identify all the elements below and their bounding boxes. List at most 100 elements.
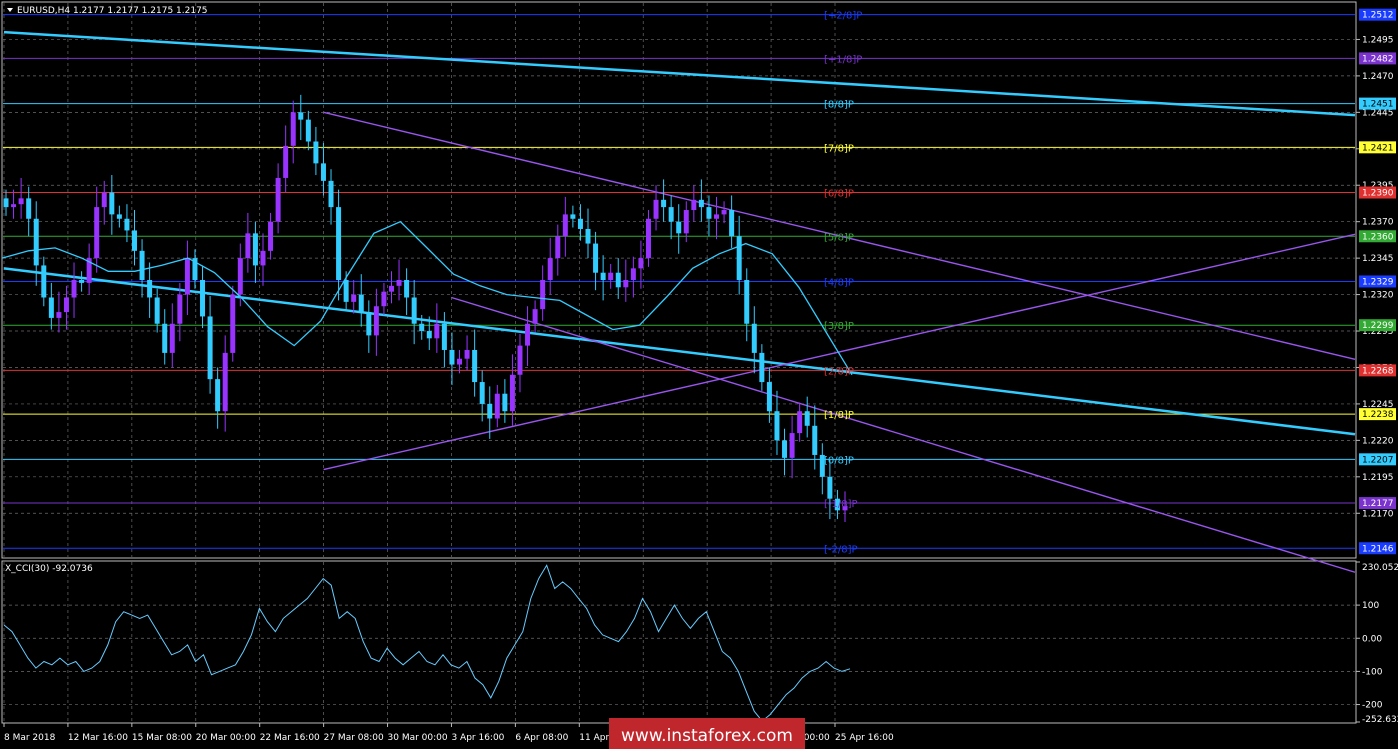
watermark-text: www.instaforex.com: [621, 726, 793, 746]
price-tick-label: 1.2445: [1362, 108, 1394, 118]
candle-body: [721, 210, 727, 215]
candle-body: [502, 393, 508, 412]
candle-body: [222, 352, 228, 412]
candle-body: [479, 382, 485, 404]
candle-body: [124, 218, 130, 231]
eurusd-chart[interactable]: [+2/8]P [+1/8]P [8/8]P [7/8]P [6/8]P [5/8]P [4…: [0, 0, 1398, 749]
candle-body: [101, 192, 107, 208]
murrey-level-label: [7/8]P: [824, 143, 854, 154]
candle-body: [11, 204, 17, 208]
murrey-level-label: [2/8]P: [824, 366, 854, 377]
candle-body: [540, 280, 546, 310]
candle-body: [487, 403, 493, 419]
candle-body: [237, 258, 243, 295]
time-tick-label: 12 Mar 16:00: [68, 733, 128, 743]
candle-body: [230, 294, 236, 353]
price-tag-label: 1.2421: [1362, 143, 1394, 153]
candle-body: [411, 297, 417, 324]
candle-body: [305, 119, 311, 142]
candle-body: [630, 268, 636, 280]
candle-body: [585, 228, 591, 244]
price-tick-label: 1.2170: [1362, 509, 1394, 519]
candle-body: [79, 280, 85, 283]
candle-body: [668, 207, 674, 222]
candle-body: [525, 323, 531, 346]
candle-body: [328, 180, 334, 208]
candle-body: [116, 214, 122, 219]
candle-body: [645, 218, 651, 259]
candle-body: [472, 349, 478, 383]
candle-body: [555, 236, 561, 259]
price-tag-label: 1.2482: [1362, 54, 1394, 64]
murrey-level-label: [3/8]P: [824, 321, 854, 332]
candle-body: [547, 258, 553, 280]
candle-body: [336, 207, 342, 280]
candle-body: [48, 297, 54, 318]
candle-body: [3, 198, 9, 208]
time-tick-label: 30 Mar 00:00: [388, 733, 448, 743]
candle-body: [41, 265, 47, 298]
candle-body: [366, 312, 372, 336]
price-tick-label: 1.2470: [1362, 72, 1394, 82]
candle-body: [714, 214, 720, 219]
candle-body: [570, 214, 576, 219]
candle-body: [419, 323, 425, 332]
murrey-level-label: [-2/8]P: [824, 544, 858, 555]
time-tick-label: 25 Apr 16:00: [835, 733, 894, 743]
candle-body: [517, 345, 523, 375]
time-tick-label: 22 Mar 16:00: [260, 733, 320, 743]
murrey-level-label: [-1/8]P: [824, 499, 858, 510]
price-tag-label: 1.2146: [1362, 544, 1394, 554]
candle-body: [426, 331, 432, 339]
price-tag-label: 1.2177: [1362, 499, 1394, 509]
candle-body: [623, 280, 629, 288]
time-tick-label: 6 Apr 08:00: [515, 733, 568, 743]
cci-tick-label: -252.632: [1362, 715, 1398, 725]
candle-body: [94, 207, 100, 259]
candle-body: [131, 230, 137, 251]
murrey-level-label: [0/8]P: [824, 455, 854, 466]
time-tick-label: 3 Apr 16:00: [451, 733, 504, 743]
candle-body: [457, 358, 463, 365]
price-tag-label: 1.2299: [1362, 321, 1394, 331]
murrey-level-label: [+2/8]P: [824, 11, 862, 22]
candle-body: [215, 379, 221, 412]
candle-body: [683, 210, 689, 234]
candle-body: [283, 145, 289, 178]
candle-body: [63, 297, 69, 313]
candle-body: [275, 177, 281, 222]
candle-body: [298, 112, 304, 120]
candle-body: [562, 214, 568, 237]
price-tag-label: 1.2451: [1362, 100, 1394, 110]
candle-body: [797, 411, 803, 434]
candle-body: [615, 272, 621, 288]
price-tag-label: 1.2390: [1362, 189, 1394, 199]
candle-body: [71, 280, 77, 298]
candle-body: [139, 250, 145, 280]
murrey-level-label: [+1/8]P: [824, 54, 862, 65]
candle-body: [184, 258, 190, 295]
candle-body: [441, 323, 447, 350]
candle-body: [404, 280, 410, 298]
candle-body: [26, 198, 32, 219]
candle-body: [154, 297, 160, 324]
cci-header: X_CCI(30) -92.0736: [5, 564, 93, 574]
candle-body: [245, 233, 251, 259]
candle-body: [358, 294, 364, 313]
candle-body: [381, 291, 387, 307]
candle-body: [33, 218, 39, 266]
candle-body: [706, 207, 712, 219]
candle-body: [766, 382, 772, 412]
price-tick-label: 1.2220: [1362, 436, 1394, 446]
price-tag-label: 1.2268: [1362, 366, 1394, 376]
candle-body: [653, 199, 659, 219]
candle-body: [169, 323, 175, 353]
cci-tick-label: 230.0522: [1362, 563, 1398, 573]
candle-body: [449, 349, 455, 365]
candle-body: [782, 440, 788, 458]
candle-body: [434, 323, 440, 339]
candle-body: [177, 294, 183, 324]
candle-body: [729, 210, 735, 237]
time-tick-label: 27 Mar 08:00: [324, 733, 384, 743]
candle-body: [207, 316, 213, 380]
